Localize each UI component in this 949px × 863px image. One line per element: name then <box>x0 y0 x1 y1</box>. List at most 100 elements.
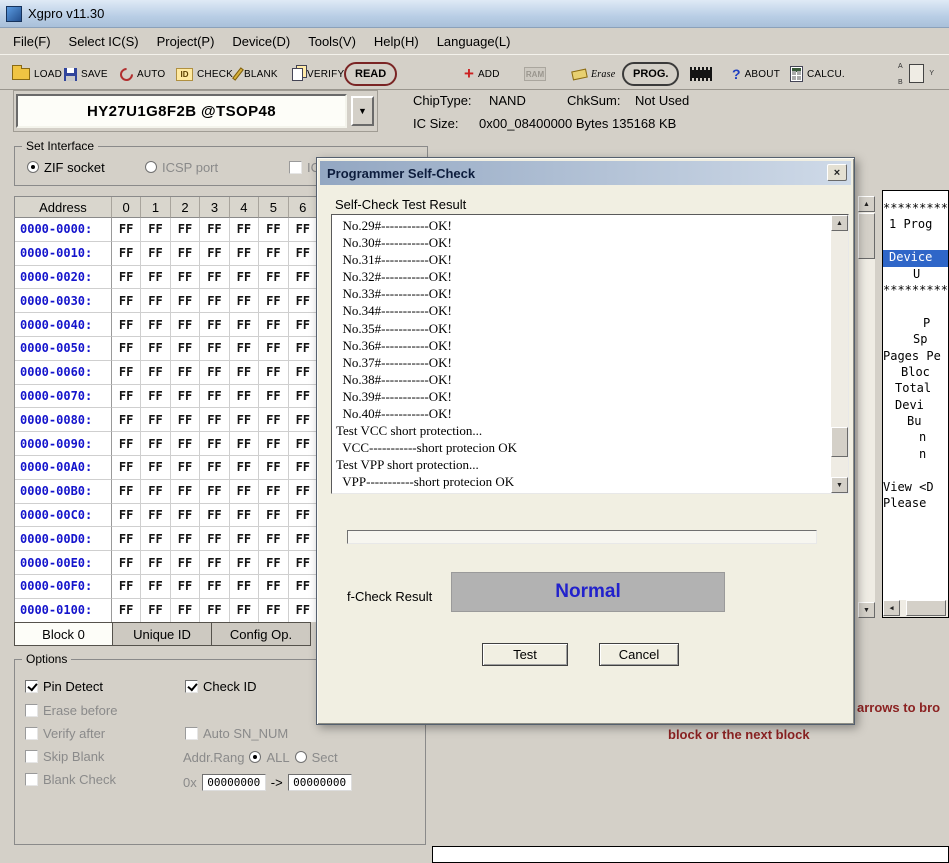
radio-all[interactable] <box>249 751 261 763</box>
hex-byte-cell[interactable]: FF <box>200 385 229 409</box>
hex-byte-cell[interactable]: FF <box>112 599 141 622</box>
hex-byte-cell[interactable]: FF <box>171 504 200 528</box>
scroll-down-icon[interactable] <box>858 602 875 618</box>
hex-byte-cell[interactable]: FF <box>200 408 229 432</box>
save-button[interactable]: SAVE <box>64 62 108 86</box>
hex-byte-cell[interactable]: FF <box>112 551 141 575</box>
hex-byte-cell[interactable]: FF <box>171 289 200 313</box>
hex-byte-cell[interactable]: FF <box>259 480 288 504</box>
hex-byte-cell[interactable]: FF <box>112 385 141 409</box>
range-from-input[interactable]: 00000000 <box>202 774 266 791</box>
hex-byte-cell[interactable]: FF <box>200 480 229 504</box>
hex-byte-cell[interactable]: FF <box>230 456 259 480</box>
test-button[interactable]: Test <box>482 643 568 666</box>
hex-byte-cell[interactable]: FF <box>259 385 288 409</box>
hex-byte-cell[interactable]: FF <box>259 408 288 432</box>
selected-device[interactable]: HY27U1G8F2B @TSOP48 <box>16 94 347 128</box>
hex-byte-cell[interactable]: FF <box>230 432 259 456</box>
hex-byte-cell[interactable]: FF <box>259 337 288 361</box>
hex-byte-cell[interactable]: FF <box>141 218 170 242</box>
hex-byte-cell[interactable]: FF <box>112 456 141 480</box>
hex-byte-cell[interactable]: FF <box>200 266 229 290</box>
hex-byte-cell[interactable]: FF <box>230 504 259 528</box>
hex-byte-cell[interactable]: FF <box>141 504 170 528</box>
hex-byte-cell[interactable]: FF <box>230 599 259 622</box>
blank-button[interactable]: BLANK <box>236 62 278 86</box>
hex-byte-cell[interactable]: FF <box>289 218 318 242</box>
hex-byte-cell[interactable]: FF <box>289 361 318 385</box>
menu-helph[interactable]: Help(H) <box>365 30 428 53</box>
check-id-checkbox[interactable]: Check ID <box>185 678 256 694</box>
hex-byte-cell[interactable]: FF <box>289 551 318 575</box>
hex-byte-cell[interactable]: FF <box>171 337 200 361</box>
hex-byte-cell[interactable]: FF <box>259 527 288 551</box>
hex-byte-cell[interactable]: FF <box>200 599 229 622</box>
hex-byte-cell[interactable]: FF <box>200 218 229 242</box>
hex-byte-cell[interactable]: FF <box>141 480 170 504</box>
hex-byte-cell[interactable]: FF <box>230 408 259 432</box>
hex-byte-cell[interactable]: FF <box>141 551 170 575</box>
hex-byte-cell[interactable]: FF <box>259 456 288 480</box>
hex-byte-cell[interactable]: FF <box>200 456 229 480</box>
hex-byte-cell[interactable]: FF <box>141 289 170 313</box>
hex-byte-cell[interactable]: FF <box>259 432 288 456</box>
hex-byte-cell[interactable]: FF <box>171 432 200 456</box>
add-button[interactable]: + ADD <box>464 62 500 86</box>
hex-byte-cell[interactable]: FF <box>259 551 288 575</box>
menu-selectics[interactable]: Select IC(S) <box>60 30 148 53</box>
hex-byte-cell[interactable]: FF <box>171 361 200 385</box>
icsp-port-radio[interactable]: ICSP port <box>145 159 218 175</box>
menu-languagel[interactable]: Language(L) <box>428 30 520 53</box>
hex-byte-cell[interactable]: FF <box>112 242 141 266</box>
hex-byte-cell[interactable]: FF <box>259 289 288 313</box>
hex-byte-cell[interactable]: FF <box>289 527 318 551</box>
hex-byte-cell[interactable]: FF <box>171 456 200 480</box>
hex-byte-cell[interactable]: FF <box>230 218 259 242</box>
tab-config-op[interactable]: Config Op. <box>212 622 311 646</box>
scroll-down-icon[interactable] <box>831 477 848 493</box>
hex-byte-cell[interactable]: FF <box>171 242 200 266</box>
hex-byte-cell[interactable]: FF <box>200 361 229 385</box>
hex-byte-cell[interactable]: FF <box>200 504 229 528</box>
hex-byte-cell[interactable]: FF <box>171 313 200 337</box>
hex-byte-cell[interactable]: FF <box>171 218 200 242</box>
hex-byte-cell[interactable]: FF <box>112 218 141 242</box>
hex-byte-cell[interactable]: FF <box>141 242 170 266</box>
hex-byte-cell[interactable]: FF <box>289 408 318 432</box>
scrollbar-thumb[interactable] <box>831 427 848 457</box>
range-to-input[interactable]: 00000000 <box>288 774 352 791</box>
hex-byte-cell[interactable]: FF <box>141 408 170 432</box>
hex-byte-cell[interactable]: FF <box>171 480 200 504</box>
hex-byte-cell[interactable]: FF <box>259 599 288 622</box>
hex-byte-cell[interactable]: FF <box>289 575 318 599</box>
device-dropdown-button[interactable] <box>351 96 374 126</box>
radio-sect[interactable] <box>295 751 307 763</box>
hex-byte-cell[interactable]: FF <box>171 408 200 432</box>
hex-byte-cell[interactable]: FF <box>259 313 288 337</box>
auto-button[interactable]: AUTO <box>120 62 165 86</box>
hex-byte-cell[interactable]: FF <box>230 337 259 361</box>
hex-byte-cell[interactable]: FF <box>230 242 259 266</box>
scroll-left-icon[interactable] <box>883 600 900 616</box>
dialog-close-button[interactable]: × <box>827 164 847 181</box>
hex-byte-cell[interactable]: FF <box>289 242 318 266</box>
hex-byte-cell[interactable]: FF <box>259 218 288 242</box>
hex-byte-cell[interactable]: FF <box>200 313 229 337</box>
scrollbar-thumb[interactable] <box>906 600 946 616</box>
hex-byte-cell[interactable]: FF <box>200 337 229 361</box>
hex-byte-cell[interactable]: FF <box>200 527 229 551</box>
menu-filef[interactable]: File(F) <box>4 30 60 53</box>
hex-byte-cell[interactable]: FF <box>200 242 229 266</box>
read-button[interactable]: READ <box>344 62 397 86</box>
hex-byte-cell[interactable]: FF <box>259 504 288 528</box>
calcu-button[interactable]: CALCU. <box>790 62 845 86</box>
hex-byte-cell[interactable]: FF <box>259 361 288 385</box>
hex-byte-cell[interactable]: FF <box>112 480 141 504</box>
hex-byte-cell[interactable]: FF <box>289 599 318 622</box>
hex-byte-cell[interactable]: FF <box>289 456 318 480</box>
selfcheck-listbox[interactable]: No.29#-----------OK! No.30#-----------OK… <box>331 214 849 494</box>
hex-byte-cell[interactable]: FF <box>112 289 141 313</box>
hex-byte-cell[interactable]: FF <box>141 527 170 551</box>
hex-byte-cell[interactable]: FF <box>141 432 170 456</box>
hex-byte-cell[interactable]: FF <box>289 385 318 409</box>
